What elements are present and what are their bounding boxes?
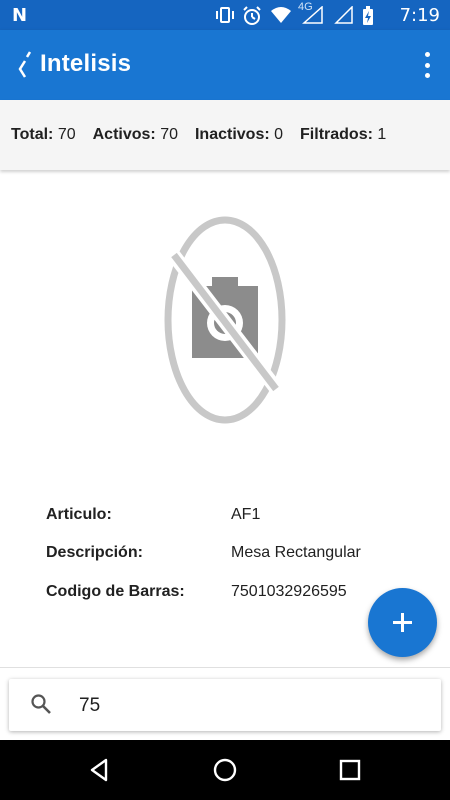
navigation-bar (0, 740, 450, 800)
stat-filtered: Filtrados: 1 (300, 126, 386, 144)
article-label: Articulo: (46, 506, 112, 523)
stat-filtered-label: Filtrados: (300, 126, 373, 143)
alarm-icon (242, 6, 261, 25)
signal-icon (334, 5, 353, 24)
barcode-value: 7501032926595 (231, 583, 347, 600)
article-value: AF1 (231, 506, 261, 523)
stat-inactive: Inactivos: 0 (195, 126, 283, 144)
home-icon[interactable] (209, 754, 241, 786)
notification-n-icon: N (12, 5, 28, 26)
back-icon[interactable] (84, 754, 116, 786)
app-title: Intelisis (40, 50, 132, 77)
add-button[interactable] (368, 588, 437, 657)
stat-inactive-label: Inactivos: (194, 126, 270, 143)
description-row: Descripción: Mesa Rectangular (46, 544, 426, 568)
stat-total-label: Total: (11, 126, 54, 143)
app-bar: Intelisis (0, 30, 450, 100)
clock: 7:19 (399, 5, 440, 26)
stat-active-label: Activos: (92, 126, 156, 143)
search-input[interactable] (77, 689, 421, 723)
vibrate-icon (214, 6, 234, 24)
status-bar: N 4G 7:19 (0, 0, 450, 30)
stat-total: Total: 70 (11, 126, 76, 144)
article-row: Articulo: AF1 (46, 506, 426, 530)
intelisis-logo-icon (18, 50, 40, 78)
status-icons: 4G (214, 1, 380, 25)
no-photo-icon (160, 213, 290, 428)
stat-active-value: 70 (160, 126, 178, 143)
search-icon[interactable] (30, 693, 52, 715)
divider (0, 667, 450, 668)
wifi-icon (270, 6, 291, 24)
stat-filtered-value: 1 (377, 126, 387, 143)
description-value: Mesa Rectangular (231, 544, 361, 561)
search-bar (9, 679, 441, 731)
stat-active: Activos: 70 (93, 126, 178, 144)
more-vert-icon[interactable] (422, 52, 432, 78)
stat-inactive-value: 0 (274, 126, 284, 143)
barcode-label: Codigo de Barras: (46, 583, 185, 600)
battery-charging-icon (362, 6, 380, 25)
recents-icon[interactable] (334, 754, 366, 786)
signal-icon: 4G (298, 1, 324, 24)
stats-bar: Total: 70 Activos: 70 Inactivos: 0 Filtr… (0, 100, 450, 170)
stat-total-value: 70 (57, 126, 76, 143)
description-label: Descripción: (46, 544, 143, 561)
barcode-row: Codigo de Barras: 7501032926595 (46, 583, 426, 607)
